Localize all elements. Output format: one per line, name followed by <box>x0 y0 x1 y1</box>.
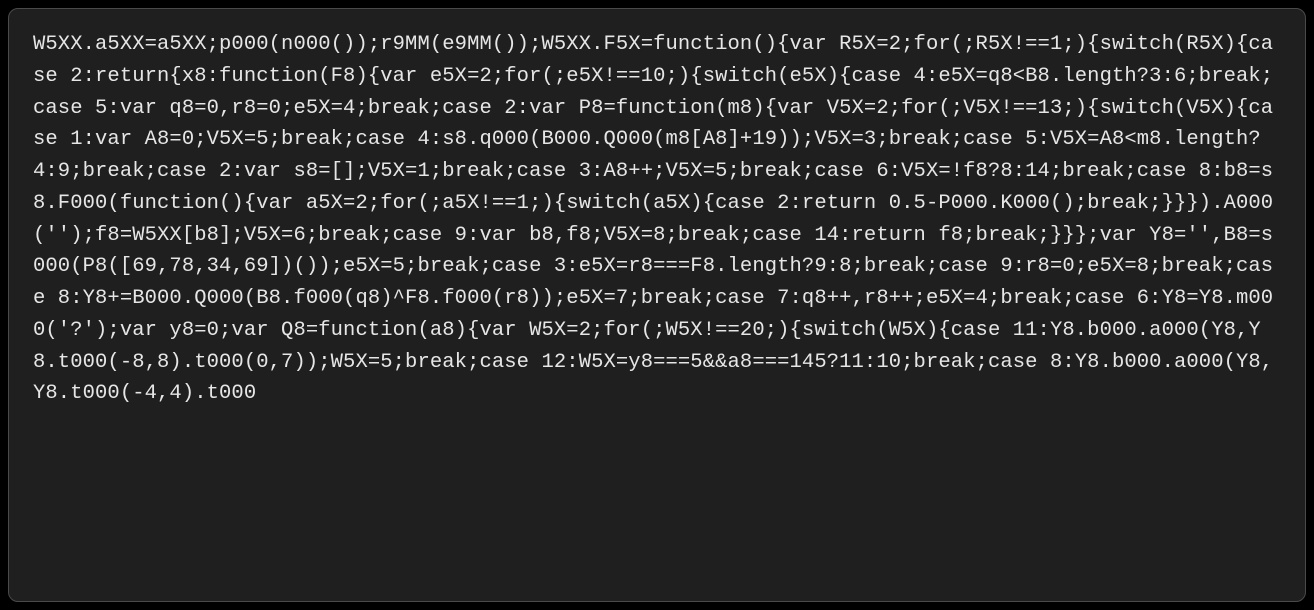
code-snippet: W5XX.a5XX=a5XX;p000(n000());r9MM(e9MM())… <box>8 8 1306 602</box>
